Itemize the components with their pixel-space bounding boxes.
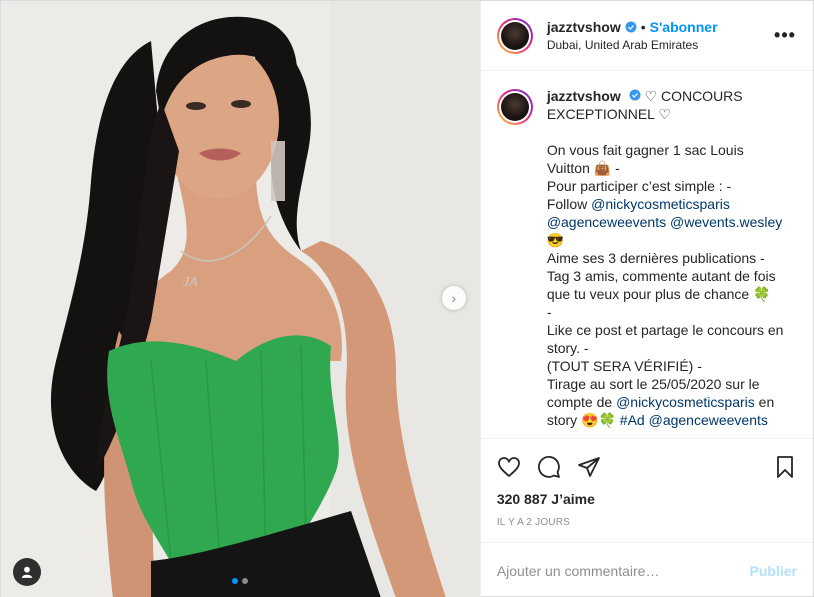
verified-icon	[629, 89, 641, 101]
chevron-right-icon: ›	[451, 290, 457, 306]
caption-line: compte de @nickycosmeticsparis en	[546, 394, 775, 410]
instagram-post: JA › jazztvshow • S'abonner Dubai, Unite…	[0, 0, 814, 597]
caption-line: Vuitton 👜 -	[546, 160, 620, 176]
caption-line: story 😍🍀 #Ad @agenceweevents	[546, 412, 768, 428]
mention-link[interactable]: @nickycosmeticsparis	[591, 196, 730, 212]
caption-username[interactable]: jazztvshow	[547, 88, 621, 104]
mention-link[interactable]: @agenceweevents	[547, 214, 666, 230]
mention-link[interactable]: @nickycosmeticsparis	[616, 394, 755, 410]
caption-text: jazztvshow ♡ CONCOURS EXCEPTIONNEL ♡ On …	[547, 87, 784, 438]
comment-button[interactable]	[537, 455, 561, 479]
caption-line: Tag 3 amis, commente autant de fois	[546, 268, 776, 284]
carousel-indicator	[232, 578, 249, 584]
mention-link[interactable]: #Ad	[620, 412, 645, 428]
post-date[interactable]: IL Y A 2 JOURS	[497, 517, 797, 528]
caption-first-line: jazztvshow ♡ CONCOURS	[546, 88, 743, 104]
mention-link[interactable]: @agenceweevents	[649, 412, 768, 428]
verified-icon	[625, 21, 637, 33]
like-button[interactable]	[497, 455, 521, 479]
user-tag-icon	[21, 566, 33, 578]
mention-link[interactable]: @wevents.wesley	[670, 214, 782, 230]
caption-line: Tirage au sort le 25/05/2020 sur le	[546, 376, 760, 392]
post-header: jazztvshow • S'abonner Dubai, United Ara…	[480, 1, 813, 71]
caption-second-line: EXCEPTIONNEL ♡	[546, 106, 671, 122]
heart-outline-icon: ♡	[644, 88, 658, 104]
heart-outline-icon: ♡	[658, 106, 671, 122]
next-image-button[interactable]: ›	[441, 286, 466, 310]
caption-line: Like ce post et partage le concours en	[546, 322, 784, 338]
caption-body: On vous fait gagner 1 sac Louis Vuitton 👜…	[547, 141, 784, 429]
comment-form: Publier	[480, 542, 813, 597]
caption-line: Aime ses 3 dernières publications -	[546, 250, 765, 266]
post-actions: 320 887 J’aime IL Y A 2 JOURS	[480, 438, 813, 542]
carousel-dot-2	[242, 578, 249, 584]
post-sidebar: jazztvshow • S'abonner Dubai, United Ara…	[479, 1, 813, 597]
caption-line: (TOUT SERA VÉRIFIÉ) -	[546, 358, 702, 374]
caption-line: story. -	[546, 340, 589, 356]
post-photo[interactable]: JA ›	[1, 1, 480, 597]
caption-line: Follow @nickycosmeticsparis	[546, 196, 730, 212]
caption-line: Pour participer c’est simple : -	[546, 178, 732, 194]
likes-count[interactable]: 320 887 J’aime	[497, 491, 797, 507]
username-link[interactable]: jazztvshow	[547, 19, 621, 35]
caption-line: @agenceweevents @wevents.wesley	[547, 213, 784, 231]
heart-icon	[497, 457, 520, 478]
caption-line: que tu veux pour plus de chance 🍀	[546, 286, 771, 302]
publish-button[interactable]: Publier	[750, 563, 797, 579]
follow-button[interactable]: S'abonner	[650, 19, 718, 35]
comment-icon	[537, 456, 560, 478]
comment-input[interactable]	[496, 562, 750, 579]
save-button[interactable]	[773, 455, 797, 479]
share-icon	[577, 457, 600, 477]
caption-section: jazztvshow ♡ CONCOURS EXCEPTIONNEL ♡ On …	[481, 71, 813, 438]
user-tag-button[interactable]	[13, 558, 41, 586]
share-button[interactable]	[577, 455, 601, 479]
header-text: jazztvshow • S'abonner Dubai, United Ara…	[547, 19, 773, 52]
location-link[interactable]: Dubai, United Arab Emirates	[547, 38, 773, 52]
separator-dot: •	[640, 19, 646, 35]
caption-line: On vous fait gagner 1 sac Louis	[546, 142, 744, 158]
carousel-dot-1	[232, 578, 239, 584]
post-image: JA	[1, 1, 480, 597]
bookmark-icon	[777, 456, 793, 478]
caption-line: -	[546, 304, 552, 320]
caption-line: 😎	[546, 232, 565, 248]
svg-text:JA: JA	[183, 275, 198, 290]
more-options-button[interactable]: •••	[773, 25, 797, 46]
avatar[interactable]	[496, 17, 533, 54]
caption-avatar[interactable]	[496, 89, 533, 125]
